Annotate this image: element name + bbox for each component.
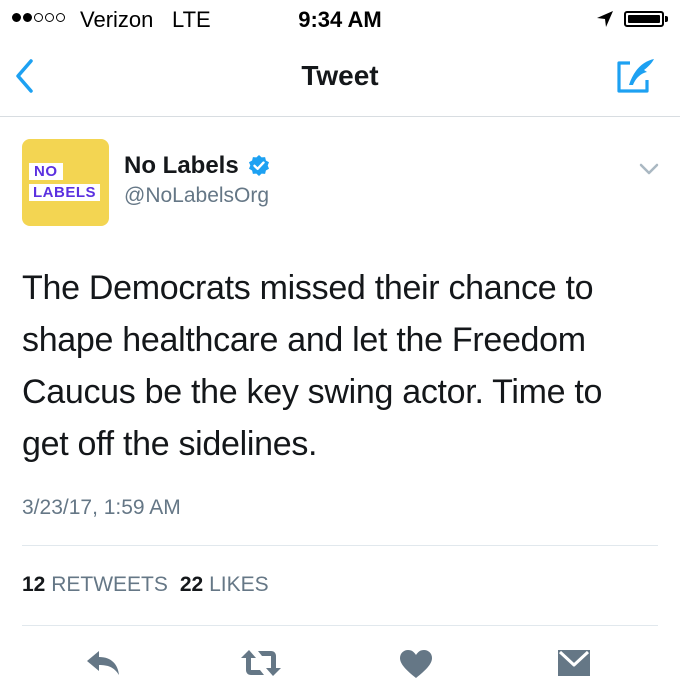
retweet-button[interactable] bbox=[240, 648, 282, 683]
location-arrow-icon bbox=[595, 9, 615, 34]
tweet-options-button[interactable] bbox=[638, 162, 660, 181]
divider bbox=[22, 625, 658, 626]
compose-button[interactable] bbox=[614, 55, 660, 102]
navigation-bar: Tweet bbox=[0, 38, 680, 117]
avatar-logo-text-top: NO bbox=[29, 163, 63, 180]
like-button[interactable] bbox=[398, 648, 434, 685]
battery-tip bbox=[665, 16, 668, 22]
verified-badge-icon bbox=[248, 155, 269, 176]
tweet-timestamp: 3/23/17, 1:59 AM bbox=[22, 496, 181, 519]
author-name-row: No Labels bbox=[124, 152, 271, 180]
tweet-stats: 12 RETWEETS 22 LIKES bbox=[22, 573, 269, 597]
avatar-logo-text-bottom: LABELS bbox=[29, 184, 100, 201]
direct-message-icon bbox=[558, 650, 590, 676]
reply-button[interactable] bbox=[84, 648, 122, 683]
like-icon bbox=[400, 650, 432, 678]
author-handle[interactable]: @NoLabelsOrg bbox=[124, 184, 269, 208]
avatar[interactable]: NO LABELS bbox=[22, 139, 109, 226]
retweets-count: 12 bbox=[22, 573, 46, 596]
retweets-label: RETWEETS bbox=[51, 573, 168, 596]
status-time: 9:34 AM bbox=[298, 7, 382, 32]
retweets-stat[interactable]: 12 RETWEETS bbox=[22, 573, 168, 596]
chevron-down-icon bbox=[639, 163, 659, 175]
battery-level bbox=[628, 15, 660, 23]
status-bar: Verizon LTE 9:34 AM bbox=[0, 0, 680, 38]
author-display-name[interactable]: No Labels bbox=[124, 152, 239, 180]
likes-count: 22 bbox=[179, 573, 204, 596]
reply-icon bbox=[87, 651, 119, 675]
direct-message-button[interactable] bbox=[556, 648, 592, 683]
page-title: Tweet bbox=[301, 60, 379, 91]
battery-icon bbox=[624, 11, 668, 27]
likes-stat[interactable]: 22 LIKES bbox=[180, 573, 269, 596]
likes-label: LIKES bbox=[209, 573, 269, 596]
divider bbox=[22, 545, 658, 546]
tweet-text: The Democrats missed their chance to sha… bbox=[22, 269, 603, 463]
compose-icon bbox=[617, 59, 654, 93]
retweet-icon bbox=[241, 650, 281, 676]
